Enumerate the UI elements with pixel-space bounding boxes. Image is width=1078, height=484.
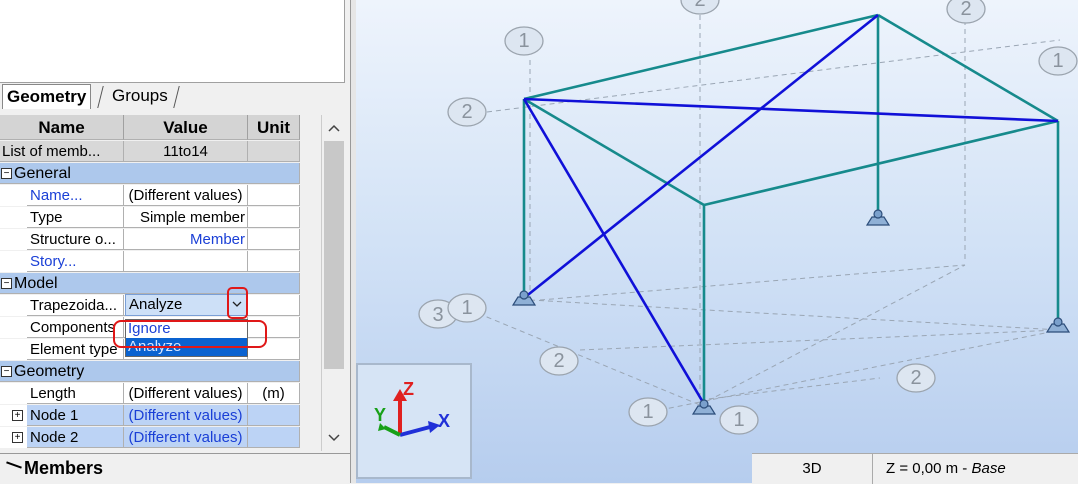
x-axis-label: X — [438, 411, 450, 431]
column-header-unit[interactable]: Unit — [248, 115, 300, 140]
table-row: Type Simple member — [0, 207, 300, 229]
section-geometry-label: Geometry — [0, 361, 300, 382]
section-geometry[interactable]: Geometry − — [0, 361, 300, 383]
trapezoidal-label: Trapezoida... — [27, 295, 124, 316]
table-row: + Node 1 (Different values) — [0, 405, 300, 427]
column-header-value[interactable]: Value — [124, 115, 248, 140]
grid-label: 1 — [1052, 50, 1063, 72]
structure-label: Structure o... — [27, 229, 124, 250]
y-axis-label: Y — [374, 405, 386, 425]
grid-scrollbar[interactable] — [321, 115, 346, 451]
expand-icon[interactable]: + — [12, 432, 23, 443]
tab-groups[interactable]: Groups — [108, 84, 172, 108]
collapse-icon[interactable]: − — [1, 168, 12, 179]
collapse-icon[interactable]: − — [1, 366, 12, 377]
tab-divider — [97, 86, 104, 108]
list-members-value[interactable]: 11to14 — [124, 141, 248, 162]
member-icon — [6, 461, 22, 469]
grid-label: 2 — [910, 367, 921, 389]
table-row: Name... (Different values) — [0, 185, 300, 207]
tab-members[interactable]: Members — [0, 453, 350, 483]
table-row: List of memb... 11to14 — [0, 141, 300, 163]
tab-divider — [173, 86, 180, 108]
z-axis-label: Z — [403, 379, 414, 399]
type-value[interactable]: Simple member — [124, 207, 248, 228]
table-row: + Node 2 (Different values) — [0, 427, 300, 449]
work-plane-status[interactable]: Z = 0,00 m - Base — [886, 454, 1006, 484]
collapse-icon[interactable]: − — [1, 278, 12, 289]
grid-label: 1 — [461, 297, 472, 319]
chevron-down-icon[interactable] — [322, 427, 346, 449]
story-value[interactable] — [124, 251, 248, 272]
grid-label: 1 — [733, 409, 744, 431]
tree-area — [0, 0, 345, 83]
name-label[interactable]: Name... — [27, 185, 124, 206]
grid-label: 2 — [960, 0, 971, 20]
tab-geometry[interactable]: Geometry — [2, 84, 92, 109]
grid-label: 3 — [432, 304, 443, 326]
type-label: Type — [27, 207, 124, 228]
section-model-label: Model — [0, 273, 300, 294]
grid-label: 2 — [461, 101, 472, 123]
node2-value[interactable]: (Different values) — [124, 427, 248, 448]
tab-members-label: Members — [24, 458, 104, 478]
element-type-label: Element type — [27, 339, 124, 360]
highlight-annotation — [227, 287, 248, 319]
chevron-up-icon[interactable] — [322, 117, 346, 139]
grid-header: Name Value Unit — [0, 115, 300, 140]
table-row: Length (Different values) (m) — [0, 383, 300, 405]
grid-label: 1 — [642, 401, 653, 423]
view-mode-status[interactable]: 3D — [752, 454, 873, 484]
grid-label: 1 — [518, 30, 529, 52]
section-model[interactable]: Model − — [0, 273, 300, 295]
status-bar: 3D Z = 0,00 m - Base — [752, 453, 1078, 484]
structure-value[interactable]: Member — [124, 229, 248, 250]
scroll-thumb[interactable] — [324, 141, 344, 369]
section-general-label: General — [0, 163, 300, 184]
grid-label: 2 — [553, 350, 564, 372]
list-members-label: List of memb... — [0, 141, 124, 162]
components-label: Components — [27, 317, 124, 338]
column-header-name[interactable]: Name — [0, 115, 124, 140]
section-general[interactable]: General − — [0, 163, 300, 185]
highlight-annotation — [113, 320, 267, 348]
axis-triad: Z X Y — [356, 363, 472, 479]
properties-pane: Geometry Groups Name Value Unit List of … — [0, 0, 350, 483]
length-value[interactable]: (Different values) — [124, 383, 248, 404]
grid-label: 2 — [694, 0, 705, 11]
story-label[interactable]: Story... — [27, 251, 124, 272]
node1-label: Node 1 — [27, 405, 124, 426]
grid-bubbles — [418, 0, 1078, 435]
length-unit: (m) — [248, 383, 300, 404]
expand-icon[interactable]: + — [12, 410, 23, 421]
properties-tabs: Geometry Groups — [0, 84, 350, 110]
length-label: Length — [27, 383, 124, 404]
table-row: Structure o... Member — [0, 229, 300, 251]
node1-value[interactable]: (Different values) — [124, 405, 248, 426]
list-members-unit — [248, 141, 300, 162]
trapezoidal-combo-value: Analyze — [129, 296, 183, 313]
table-row: Story... — [0, 251, 300, 273]
name-value[interactable]: (Different values) — [124, 185, 248, 206]
node2-label: Node 2 — [27, 427, 124, 448]
